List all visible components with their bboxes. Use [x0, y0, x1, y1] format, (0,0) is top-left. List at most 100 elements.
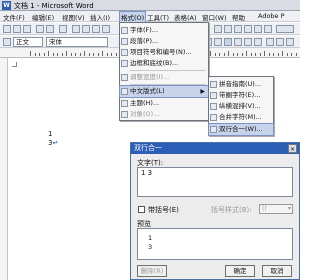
- cut-icon[interactable]: [72, 25, 80, 33]
- drawing-icon[interactable]: [244, 25, 252, 33]
- menu-item-enclosed-chars[interactable]: 带圈字符(E)...: [209, 90, 273, 101]
- menu-view[interactable]: 视图(V): [62, 12, 85, 22]
- ruler-tick: [264, 51, 265, 56]
- zoom-box[interactable]: [276, 25, 294, 33]
- menu-help[interactable]: 帮助: [232, 12, 245, 22]
- object-icon: [121, 111, 128, 118]
- ruler-tick: [79, 53, 81, 56]
- dialog-title: 双行合一: [131, 143, 299, 154]
- ruler-tick: [97, 53, 99, 56]
- menu-item-horizontal-in-vertical[interactable]: 纵横混排(V)...: [209, 101, 273, 112]
- ruler-tick: [88, 53, 90, 56]
- font-dropdown[interactable]: 宋体: [46, 37, 108, 47]
- text-input[interactable]: 1 3: [137, 167, 293, 197]
- chinese-layout-icon: [121, 88, 128, 95]
- menu-item-bullets[interactable]: 项目符号和编号(N)...: [120, 47, 208, 58]
- menu-window[interactable]: 窗口(W): [202, 12, 227, 22]
- ruler-tick: [111, 53, 112, 56]
- hyperlink-icon[interactable]: [214, 25, 222, 33]
- width-icon: [121, 74, 128, 81]
- align-center-icon[interactable]: [234, 38, 242, 46]
- ruler-tick: [57, 53, 58, 56]
- ruler-tick: [232, 53, 234, 56]
- title-bar: W 文档 1 - Microsoft Word: [0, 0, 300, 11]
- columns-icon[interactable]: [234, 25, 242, 33]
- styles-pane-icon[interactable]: [3, 38, 11, 46]
- ruler-tick: [219, 53, 220, 56]
- open-icon[interactable]: [13, 25, 21, 33]
- bullets-icon: [121, 49, 128, 56]
- preview-box: 1 3: [137, 228, 293, 260]
- save-icon[interactable]: [23, 25, 31, 33]
- ruler-tick: [210, 51, 211, 56]
- menu-item-font[interactable]: 字体(F)...: [120, 25, 208, 36]
- two-lines-in-one-icon: [210, 126, 217, 133]
- ruler-tick: [214, 53, 216, 56]
- print-icon[interactable]: [36, 25, 44, 33]
- align-right-icon[interactable]: [244, 38, 252, 46]
- distributed-icon[interactable]: [254, 38, 262, 46]
- ruler-tick: [255, 53, 256, 56]
- phonetic-icon: [210, 81, 217, 88]
- menu-bar: 文件(F) 编辑(E) 视图(V) 插入(I) 格式(O) 工具(T) 表格(A…: [0, 11, 300, 23]
- ruler-tick: [282, 51, 283, 56]
- menu-item-borders[interactable]: 边框和底纹(B)...: [120, 58, 208, 69]
- cancel-button[interactable]: 取消: [262, 265, 292, 277]
- close-icon[interactable]: ×: [288, 144, 297, 153]
- ok-button[interactable]: 确定: [225, 265, 255, 277]
- ruler-tick: [61, 53, 63, 56]
- new-icon[interactable]: [3, 25, 11, 33]
- style-dropdown[interactable]: 正文: [13, 37, 43, 47]
- remove-button[interactable]: 删除(R): [137, 265, 167, 277]
- format-painter-icon[interactable]: [102, 25, 110, 33]
- borders-icon: [121, 60, 128, 67]
- menu-tools[interactable]: 工具(T): [147, 12, 169, 22]
- menu-item-phonetic-guide[interactable]: 拼音指南(U)...: [209, 79, 273, 90]
- align-left-icon[interactable]: [214, 38, 222, 46]
- combine-chars-icon: [210, 114, 217, 121]
- document-line-1[interactable]: 1: [48, 130, 52, 138]
- copy-icon[interactable]: [82, 25, 90, 33]
- preview-line-2: 3: [148, 243, 153, 251]
- menu-item-chinese-layout[interactable]: 中文版式(L) ▶: [119, 85, 209, 98]
- align-justify-icon[interactable]: [224, 38, 232, 46]
- paste-icon[interactable]: [92, 25, 100, 33]
- ruler-tick: [246, 51, 247, 56]
- ruler-tick: [273, 53, 274, 56]
- ruler-tick: [223, 53, 225, 56]
- menu-insert[interactable]: 插入(I): [90, 12, 110, 22]
- bracket-style-dropdown[interactable]: () ▾: [259, 204, 293, 214]
- ruler-tick: [43, 53, 45, 56]
- ruler-tick: [268, 53, 270, 56]
- menu-item-paragraph[interactable]: 段落(P)...: [120, 36, 208, 47]
- menu-file[interactable]: 文件(F): [3, 12, 25, 22]
- document-line-2[interactable]: 3↵: [48, 139, 58, 147]
- ruler-tick: [277, 53, 279, 56]
- bracket-style-label: 括号样式(B):: [211, 206, 252, 214]
- bracket-checkbox[interactable]: [138, 206, 145, 213]
- horizontal-in-vertical-icon: [210, 103, 217, 110]
- indent-icon[interactable]: [286, 38, 294, 46]
- menu-edit[interactable]: 编辑(E): [32, 12, 54, 22]
- preview-line-1: 1: [148, 234, 153, 242]
- ruler-tick: [295, 53, 297, 56]
- menu-table[interactable]: 表格(A): [174, 12, 197, 22]
- table-icon[interactable]: [224, 25, 232, 33]
- menu-item-two-lines-in-one[interactable]: 双行合一(W)...: [208, 123, 274, 136]
- menu-item-theme[interactable]: 主题(H)...: [120, 98, 208, 109]
- show-hide-icon[interactable]: [264, 25, 272, 33]
- menu-adobe[interactable]: Adobe P: [258, 12, 285, 20]
- word-app-icon: W: [2, 1, 11, 10]
- bullets-toolbar-icon[interactable]: [276, 38, 284, 46]
- vertical-ruler[interactable]: [0, 58, 8, 280]
- chevron-down-icon: ▾: [287, 205, 291, 212]
- numbering-icon[interactable]: [266, 38, 274, 46]
- menu-item-object: 对象(O)...: [120, 109, 208, 120]
- two-lines-in-one-dialog: 双行合一 × 文字(T): 1 3 带括号(E) 括号样式(B): () ▾ 预览…: [130, 142, 300, 280]
- menu-item-combine-chars[interactable]: 合并字符(M)...: [209, 112, 273, 123]
- doc-map-icon[interactable]: [254, 25, 262, 33]
- spelling-icon[interactable]: [59, 25, 67, 33]
- ruler-tick: [291, 53, 292, 56]
- ruler-tick: [84, 51, 85, 56]
- preview-icon[interactable]: [46, 25, 54, 33]
